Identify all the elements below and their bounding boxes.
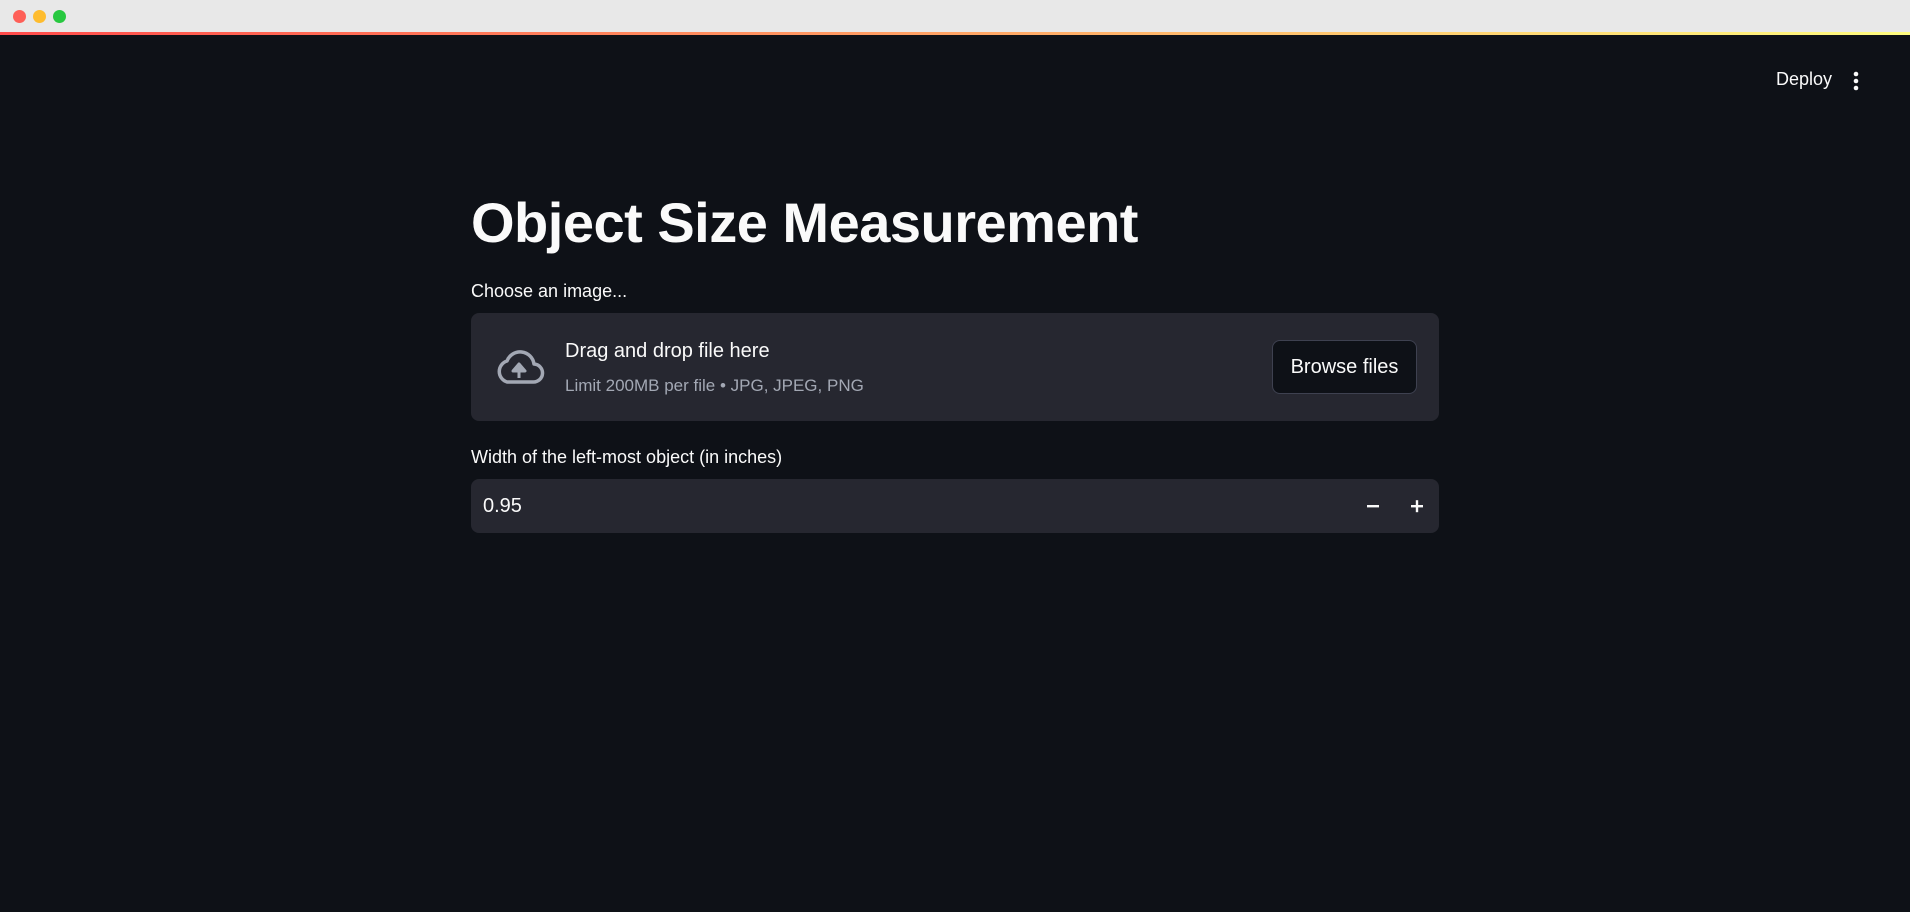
window-maximize-button[interactable] (53, 10, 66, 23)
cloud-upload-icon (497, 350, 545, 384)
main-menu-button[interactable] (1846, 69, 1866, 93)
decrement-button[interactable] (1351, 479, 1395, 533)
file-dropzone[interactable]: Drag and drop file here Limit 200MB per … (471, 313, 1439, 421)
window-titlebar (0, 0, 1910, 32)
window-minimize-button[interactable] (33, 10, 46, 23)
window-close-button[interactable] (13, 10, 26, 23)
page-title: Object Size Measurement (471, 191, 1138, 254)
width-input-value[interactable]: 0.95 (483, 479, 522, 533)
deploy-button[interactable]: Deploy (1776, 69, 1832, 90)
browse-files-button[interactable]: Browse files (1272, 340, 1417, 394)
dropzone-title: Drag and drop file here (565, 340, 770, 362)
minus-icon (1367, 505, 1379, 508)
app-container: Deploy Object Size Measurement Choose an… (0, 35, 1910, 912)
width-input-label: Width of the left-most object (in inches… (471, 447, 783, 467)
uploader-label: Choose an image... (471, 281, 628, 301)
vertical-ellipsis-icon (1853, 71, 1859, 91)
width-number-input[interactable]: 0.95 (471, 479, 1439, 533)
increment-button[interactable] (1395, 479, 1439, 533)
dropzone-limit-text: Limit 200MB per file • JPG, JPEG, PNG (565, 376, 864, 395)
plus-icon (1411, 500, 1423, 513)
main-content: Object Size Measurement Choose an image.… (471, 195, 1439, 533)
